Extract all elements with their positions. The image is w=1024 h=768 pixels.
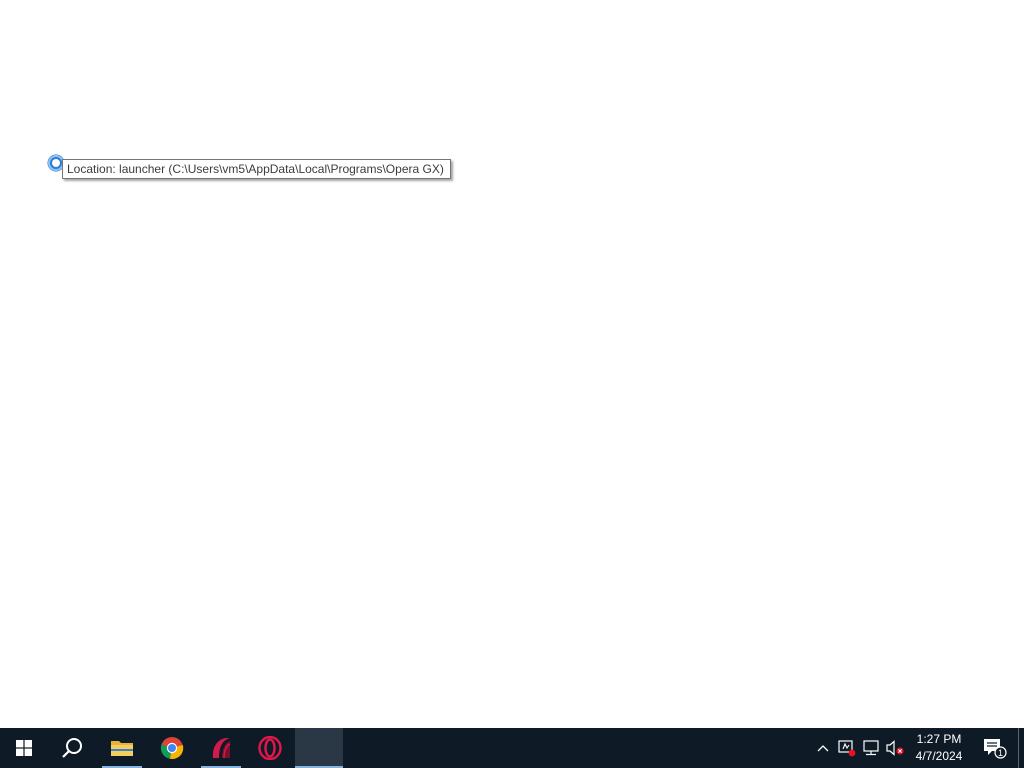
opera-icon xyxy=(258,736,282,760)
search-icon xyxy=(62,738,82,758)
tray-network-error[interactable] xyxy=(836,728,858,768)
chrome-icon xyxy=(160,737,184,760)
taskbar-opera[interactable] xyxy=(250,728,290,768)
ethernet-icon xyxy=(863,740,879,756)
tray-ethernet[interactable] xyxy=(860,728,882,768)
desktop[interactable]: Location: launcher (C:\Users\vm5\AppData… xyxy=(0,0,1024,728)
taskbar-opera-gx[interactable] xyxy=(201,728,241,768)
clock-date: 4/7/2024 xyxy=(915,749,963,763)
tray-volume[interactable] xyxy=(884,728,906,768)
speaker-muted-icon xyxy=(886,740,904,756)
chevron-up-icon xyxy=(817,745,829,752)
taskbar-chrome[interactable] xyxy=(152,728,192,768)
show-hidden-icons-button[interactable] xyxy=(812,728,834,768)
folder-icon xyxy=(111,741,133,756)
windows-logo-icon xyxy=(16,740,32,756)
notification-count: 1 xyxy=(998,748,1003,758)
start-button[interactable] xyxy=(0,728,48,768)
search-button[interactable] xyxy=(48,728,96,768)
location-tooltip: Location: launcher (C:\Users\vm5\AppData… xyxy=(62,159,451,179)
clock-time: 1:27 PM xyxy=(916,732,962,746)
network-error-icon xyxy=(838,740,856,757)
taskbar: 1:27 PM 4/7/2024 1 xyxy=(0,728,1024,768)
taskbar-active-app[interactable] xyxy=(295,728,343,768)
taskbar-file-explorer[interactable] xyxy=(102,728,142,768)
show-desktop-button[interactable] xyxy=(1018,728,1024,768)
notification-icon: 1 xyxy=(984,739,1007,759)
taskbar-clock[interactable]: 1:27 PM 4/7/2024 xyxy=(906,728,972,768)
action-center-button[interactable]: 1 xyxy=(978,728,1010,768)
opera-gx-icon xyxy=(212,738,231,759)
blank-app-icon xyxy=(307,736,331,760)
